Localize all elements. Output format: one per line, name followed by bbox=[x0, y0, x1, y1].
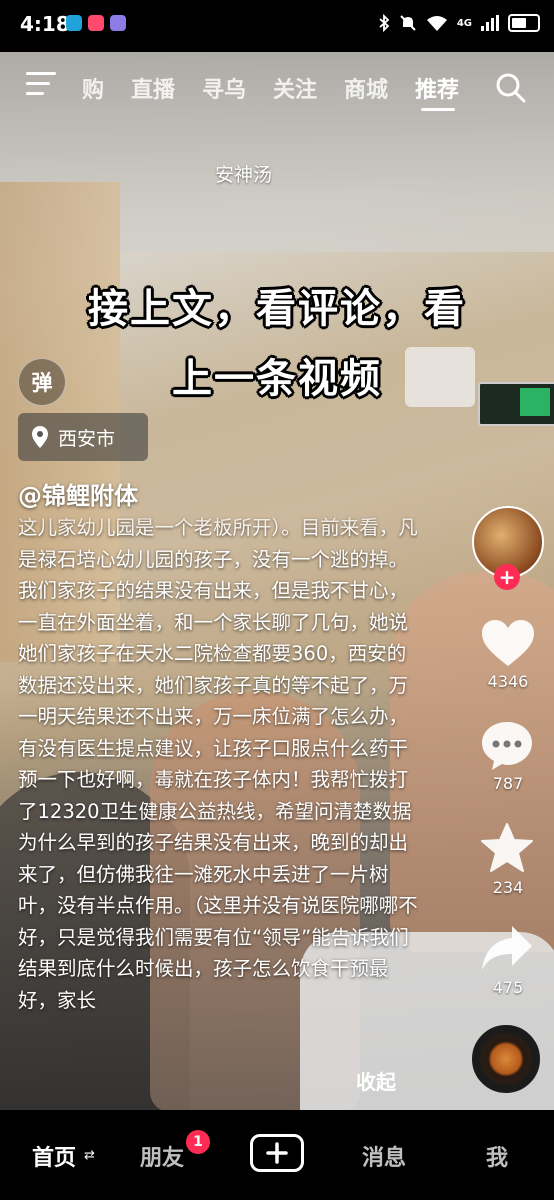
menu-icon[interactable] bbox=[26, 72, 56, 98]
location-tag[interactable]: 西安市 bbox=[18, 413, 148, 461]
nav-me[interactable]: 我 bbox=[486, 1140, 508, 1172]
tab-following[interactable]: 关注 bbox=[273, 72, 317, 104]
favorite-count: 234 bbox=[492, 878, 524, 897]
active-tab-indicator bbox=[421, 108, 455, 111]
plus-icon bbox=[266, 1142, 288, 1164]
comment-count: 787 bbox=[492, 774, 524, 793]
mute-icon bbox=[400, 15, 416, 31]
refresh-icon[interactable]: ⇄ bbox=[84, 1148, 95, 1163]
music-title[interactable]: 安神汤 bbox=[215, 160, 272, 187]
tab-shopping[interactable]: 购 bbox=[82, 72, 104, 104]
tab-mall[interactable]: 商城 bbox=[344, 72, 388, 104]
video-caption-line: 上一条视频 bbox=[172, 356, 382, 402]
tab-recommended[interactable]: 推荐 bbox=[415, 72, 459, 104]
nav-messages[interactable]: 消息 bbox=[362, 1140, 406, 1172]
like-icon[interactable] bbox=[480, 618, 536, 668]
comment-icon[interactable] bbox=[480, 720, 534, 772]
location-label: 西安市 bbox=[58, 427, 116, 450]
tab-live[interactable]: 直播 bbox=[131, 72, 175, 104]
create-post-button[interactable] bbox=[250, 1134, 304, 1172]
network-label: 4G bbox=[456, 17, 472, 29]
battery-icon bbox=[508, 14, 540, 32]
search-icon[interactable] bbox=[495, 72, 527, 104]
location-pin-icon bbox=[32, 426, 48, 448]
share-icon[interactable] bbox=[480, 924, 534, 972]
like-count: 4346 bbox=[487, 672, 529, 691]
status-time: 4:18 bbox=[20, 12, 70, 36]
top-nav: 购 直播 寻乌 关注 商城 推荐 bbox=[0, 60, 554, 116]
nav-home[interactable]: 首页 bbox=[32, 1140, 76, 1172]
bottom-nav: 首页 ⇄ 朋友 1 消息 我 bbox=[0, 1110, 554, 1200]
author-name[interactable]: @锦鲤附体 bbox=[18, 476, 138, 511]
signal-icon bbox=[481, 15, 499, 31]
app-notification-icon bbox=[88, 15, 104, 31]
nav-friends[interactable]: 朋友 bbox=[140, 1140, 184, 1172]
music-disc-icon[interactable] bbox=[472, 1025, 540, 1093]
follow-button[interactable]: + bbox=[494, 564, 520, 590]
favorite-star-icon[interactable] bbox=[480, 822, 534, 874]
status-bar: 4:18 4G bbox=[0, 0, 554, 52]
app-notification-icon bbox=[110, 15, 126, 31]
share-count: 475 bbox=[492, 978, 524, 997]
wifi-icon bbox=[426, 16, 447, 31]
app-notification-icon bbox=[66, 15, 82, 31]
danmu-toggle-button[interactable]: 弹 bbox=[18, 358, 66, 406]
video-caption-line: 接上文，看评论，看 bbox=[88, 286, 466, 332]
collapse-button[interactable]: 收起 bbox=[356, 1066, 396, 1095]
friends-badge: 1 bbox=[186, 1130, 210, 1154]
bluetooth-icon bbox=[379, 14, 390, 32]
status-indicators: 4G bbox=[378, 14, 540, 32]
video-description: 这儿家幼儿园是一个老板所开）。目前来看，凡是禄石培心幼儿园的孩子，没有一个逃的掉… bbox=[18, 516, 418, 1012]
tab-local[interactable]: 寻乌 bbox=[202, 72, 246, 104]
